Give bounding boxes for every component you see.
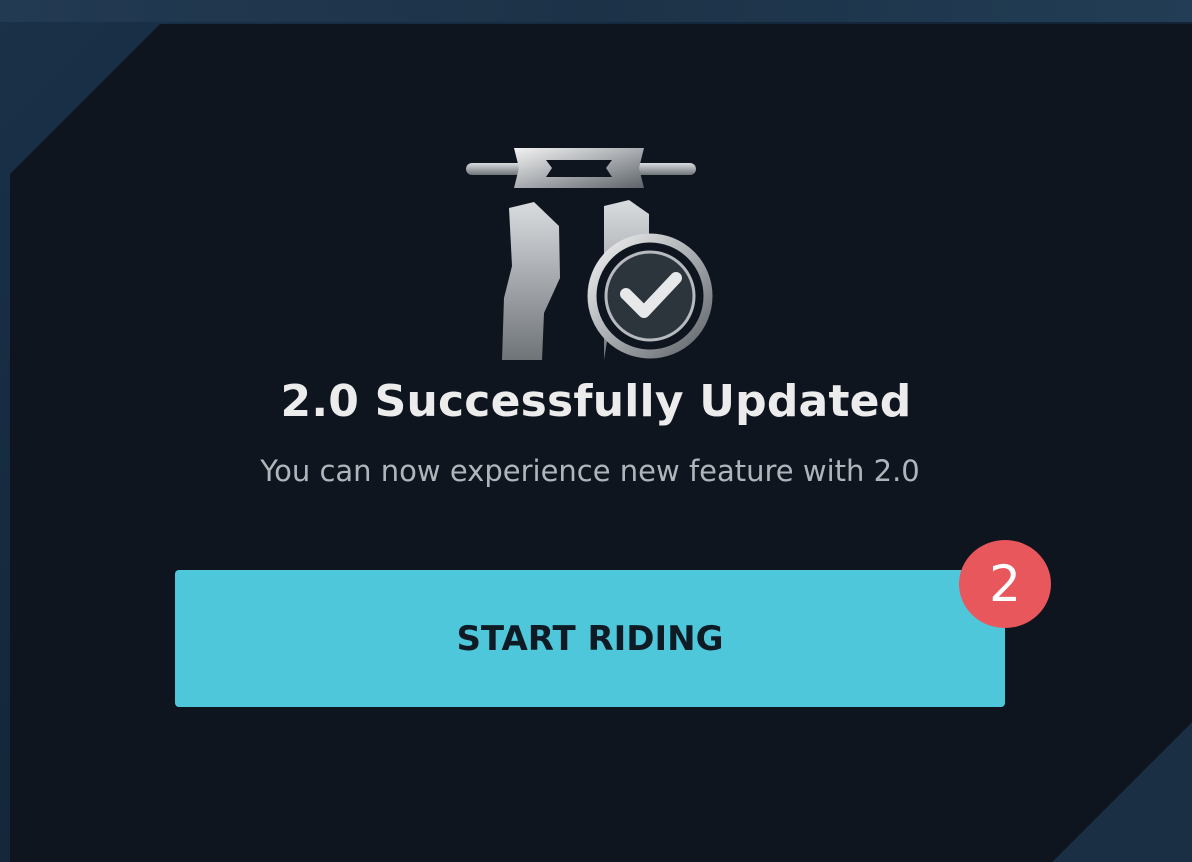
- scooter-handlebar-check-icon: [466, 148, 713, 360]
- start-riding-button[interactable]: START RIDING: [175, 570, 1005, 707]
- top-background-strip: [0, 0, 1192, 22]
- panel-corner-accent: [1052, 722, 1192, 862]
- update-subtitle: You can now experience new feature with …: [260, 454, 920, 488]
- update-title: 2.0 Successfully Updated: [280, 376, 912, 427]
- step-badge: 2: [959, 540, 1051, 628]
